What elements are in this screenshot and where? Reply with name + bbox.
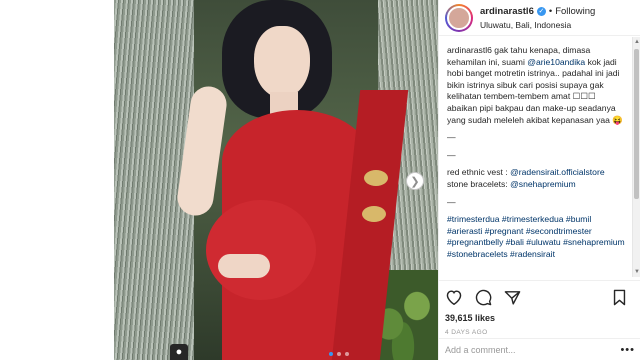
following-button[interactable]: Following: [555, 6, 595, 17]
caption-paragraph: ardinarastl6 gak tahu kenapa, dimasa keh…: [447, 45, 627, 126]
likes-count[interactable]: 39,615 likes: [445, 313, 635, 323]
instagram-post-view: ● ❯ ardinarastl6 ✓ • Following Uluwatu, …: [0, 0, 640, 360]
caption-divider: —: [447, 132, 456, 143]
share-icon[interactable]: [504, 289, 521, 306]
caption-scrollbar[interactable]: ▲ ▼: [632, 37, 640, 277]
username-link[interactable]: ardinarastl6: [480, 6, 534, 17]
caption-divider: —: [447, 149, 456, 160]
mention-link[interactable]: @radensirait.officialstore: [510, 167, 605, 177]
scroll-up-icon[interactable]: ▲: [634, 39, 640, 45]
location-link[interactable]: Uluwatu, Bali, Indonesia: [480, 20, 595, 30]
avatar[interactable]: [447, 5, 471, 30]
photo-person-hands: [218, 254, 270, 278]
photo-person-face: [254, 26, 310, 98]
hashtag-list[interactable]: #trimesterdua #trimesterkedua #bumil #ar…: [447, 214, 627, 260]
post-sidebar: ardinarastl6 ✓ • Following Uluwatu, Bali…: [438, 0, 640, 360]
post-timestamp[interactable]: 4 DAYS AGO: [445, 329, 635, 336]
carousel-dot: [337, 352, 341, 356]
carousel-dot-active: [329, 352, 333, 356]
mention-link[interactable]: @arie10andika: [527, 57, 585, 67]
photo-brooch: [362, 206, 386, 222]
carousel-dots: [329, 352, 349, 356]
caption-divider: —: [447, 196, 456, 207]
post-header-line: ardinarastl6 ✓ • Following: [480, 6, 595, 17]
comment-input[interactable]: [445, 344, 615, 355]
photo-brooch: [364, 170, 388, 186]
action-row: [445, 285, 635, 309]
post-header: ardinarastl6 ✓ • Following Uluwatu, Bali…: [439, 0, 640, 36]
verified-badge-icon: ✓: [536, 6, 546, 16]
post-header-text: ardinarastl6 ✓ • Following Uluwatu, Bali…: [480, 6, 595, 30]
credit-label: stone bracelets:: [447, 178, 511, 189]
post-actions: 39,615 likes 4 DAYS AGO: [439, 280, 640, 336]
heart-icon[interactable]: [445, 289, 463, 305]
bookmark-icon[interactable]: [612, 289, 627, 306]
scrollbar-thumb[interactable]: [634, 49, 639, 199]
caption-area: ardinarastl6 gak tahu kenapa, dimasa keh…: [439, 37, 635, 277]
post-photo[interactable]: ●: [114, 0, 438, 360]
chevron-right-icon[interactable]: ❯: [406, 172, 424, 190]
avatar-story-ring[interactable]: [445, 3, 473, 32]
header-separator: •: [548, 5, 553, 17]
scroll-down-icon[interactable]: ▼: [634, 269, 640, 275]
user-tag-icon[interactable]: ●: [170, 344, 188, 360]
carousel-dot: [345, 352, 349, 356]
comment-icon[interactable]: [475, 289, 492, 306]
credit-label: red ethnic vest :: [447, 167, 511, 178]
photo-person-belly: [206, 200, 316, 300]
caption-credit: red ethnic vest : @radensirait.officials…: [447, 167, 627, 190]
mention-link[interactable]: @snehapremium: [510, 179, 576, 189]
caption-username[interactable]: ardinarastl6: [447, 45, 492, 55]
more-options-icon[interactable]: •••: [620, 344, 635, 356]
comment-box: •••: [439, 338, 640, 360]
